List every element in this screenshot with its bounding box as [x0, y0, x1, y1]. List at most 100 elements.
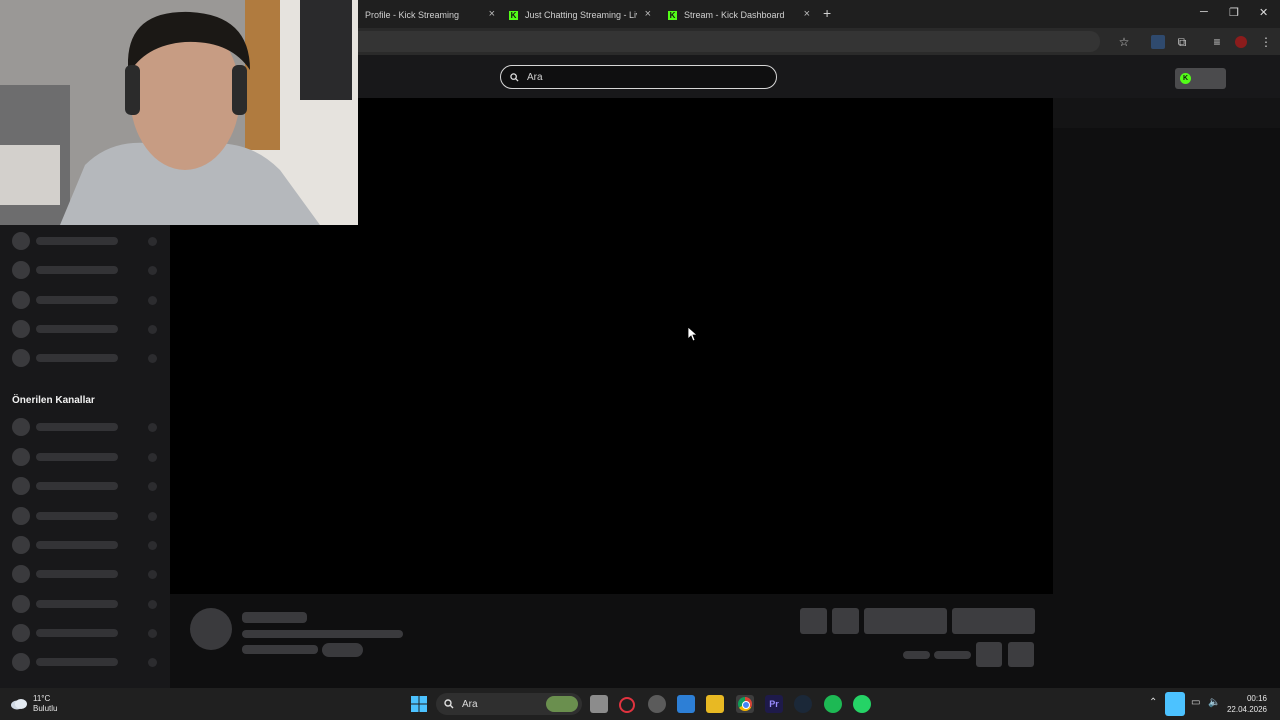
weather-widget[interactable]: 11°C Bulutlu: [10, 694, 57, 714]
sidebar-channel-skeleton[interactable]: [12, 624, 162, 642]
profile-avatar-icon[interactable]: [1235, 36, 1247, 48]
live-dot-skeleton: [148, 237, 157, 246]
close-icon[interactable]: ×: [645, 8, 651, 20]
channel-name-skeleton: [36, 423, 118, 431]
network-icon[interactable]: ▭: [1191, 697, 1200, 708]
live-dot-skeleton: [148, 512, 157, 521]
system-clock[interactable]: 00:16 22.04.2026: [1227, 693, 1267, 715]
steam-icon[interactable]: [794, 695, 812, 713]
browser-menu-icon[interactable]: ⋮: [1259, 35, 1273, 49]
sidebar-channel-skeleton[interactable]: [12, 418, 162, 436]
live-dot-skeleton: [148, 570, 157, 579]
search-box[interactable]: [500, 65, 777, 89]
follow-button-skeleton[interactable]: [864, 608, 947, 634]
sidebar-channel-skeleton[interactable]: [12, 349, 162, 367]
tab-title: Just Chatting Streaming - Live: [525, 10, 637, 20]
extensions-icon[interactable]: ⧉: [1175, 35, 1189, 49]
channel-avatar-skeleton: [190, 608, 232, 650]
restore-button[interactable]: ❐: [1229, 6, 1239, 19]
weather-temperature: 11°C: [33, 694, 51, 703]
search-input[interactable]: [525, 70, 749, 84]
photos-icon[interactable]: [677, 695, 695, 713]
volume-icon[interactable]: 🔈: [1208, 697, 1220, 708]
channel-avatar-skeleton: [12, 595, 30, 613]
tab-title: Profile - Kick Streaming: [365, 10, 460, 20]
channel-name-skeleton: [36, 482, 118, 490]
live-dot-skeleton: [148, 296, 157, 305]
file-explorer-icon[interactable]: [706, 695, 724, 713]
channel-avatar-skeleton: [12, 291, 30, 309]
action-button-skeleton[interactable]: [832, 608, 859, 634]
cloud-icon: [11, 699, 27, 710]
sidebar-channel-skeleton[interactable]: [12, 232, 162, 250]
search-icon: [510, 72, 519, 82]
live-dot-skeleton: [148, 658, 157, 667]
sidebar-channel-skeleton[interactable]: [12, 291, 162, 309]
channel-name-skeleton: [36, 600, 118, 608]
channel-avatar-skeleton: [12, 507, 30, 525]
spotify-icon[interactable]: [824, 695, 842, 713]
close-icon[interactable]: ×: [804, 8, 810, 20]
recommended-channels-heading: Önerilen Kanallar: [12, 395, 95, 406]
media-control-icon[interactable]: ≡: [1210, 35, 1224, 49]
sidebar-channel-skeleton[interactable]: [12, 320, 162, 338]
channel-name-skeleton: [36, 266, 118, 274]
share-button-skeleton[interactable]: [976, 642, 1002, 667]
sidebar-channel-skeleton[interactable]: [12, 448, 162, 466]
channel-avatar-skeleton: [12, 418, 30, 436]
clock-date: 22.04.2026: [1226, 705, 1267, 714]
channel-avatar-skeleton: [12, 565, 30, 583]
window-close-button[interactable]: ✕: [1259, 6, 1268, 19]
tab-title: Stream - Kick Dashboard: [684, 10, 785, 20]
windows-start-icon[interactable]: [411, 696, 427, 712]
channel-avatar-skeleton: [12, 320, 30, 338]
extension-badge-icon[interactable]: [1151, 35, 1165, 49]
login-button[interactable]: K: [1175, 68, 1226, 89]
sidebar-channel-skeleton[interactable]: [12, 565, 162, 583]
tab-profile[interactable]: Profile - Kick Streaming ×: [365, 4, 495, 26]
channel-name-skeleton: [36, 453, 118, 461]
tab-just-chatting[interactable]: K Just Chatting Streaming - Live ×: [509, 4, 651, 26]
taskbar-search[interactable]: Ara: [436, 693, 582, 715]
channel-avatar-skeleton: [12, 448, 30, 466]
kick-favicon-icon: K: [509, 10, 518, 20]
chrome-icon[interactable]: [736, 695, 754, 713]
sidebar-channel-skeleton[interactable]: [12, 477, 162, 495]
tab-dashboard[interactable]: K Stream - Kick Dashboard ×: [668, 4, 810, 26]
microphone-icon[interactable]: [1165, 692, 1185, 716]
uptime-skeleton: [934, 651, 971, 659]
chat-panel-header: [1053, 98, 1280, 128]
bookmark-star-icon[interactable]: ☆: [1117, 35, 1131, 49]
search-icon: [444, 699, 454, 709]
live-dot-skeleton: [148, 600, 157, 609]
sidebar-channel-skeleton[interactable]: [12, 261, 162, 279]
new-tab-button[interactable]: +: [823, 5, 831, 21]
tray-overflow-icon[interactable]: ⌃: [1149, 697, 1157, 708]
channel-name-skeleton: [36, 570, 118, 578]
kick-logo-icon: K: [1180, 73, 1191, 84]
clock-time: 00:16: [1246, 694, 1267, 703]
live-dot-skeleton: [148, 325, 157, 334]
address-bar[interactable]: [300, 31, 1100, 52]
live-dot-skeleton: [148, 423, 157, 432]
action-button-skeleton[interactable]: [800, 608, 827, 634]
sidebar-channel-skeleton[interactable]: [12, 507, 162, 525]
channel-name-skeleton: [36, 629, 118, 637]
live-dot-skeleton: [148, 453, 157, 462]
channel-avatar-skeleton: [12, 653, 30, 671]
subscribe-button-skeleton[interactable]: [952, 608, 1035, 634]
channel-avatar-skeleton: [12, 349, 30, 367]
task-view-icon[interactable]: [590, 695, 608, 713]
opera-icon[interactable]: [619, 697, 635, 713]
premiere-pro-icon[interactable]: Pr: [765, 695, 783, 713]
minimize-button[interactable]: ─: [1200, 6, 1208, 18]
chatgpt-icon[interactable]: [648, 695, 666, 713]
sidebar-channel-skeleton[interactable]: [12, 653, 162, 671]
sidebar-channel-skeleton[interactable]: [12, 536, 162, 554]
more-button-skeleton[interactable]: [1008, 642, 1034, 667]
channel-avatar-skeleton: [12, 536, 30, 554]
close-icon[interactable]: ×: [489, 8, 495, 20]
sidebar-channel-skeleton[interactable]: [12, 595, 162, 613]
whatsapp-icon[interactable]: [853, 695, 871, 713]
webcam-person-image: [0, 0, 358, 225]
